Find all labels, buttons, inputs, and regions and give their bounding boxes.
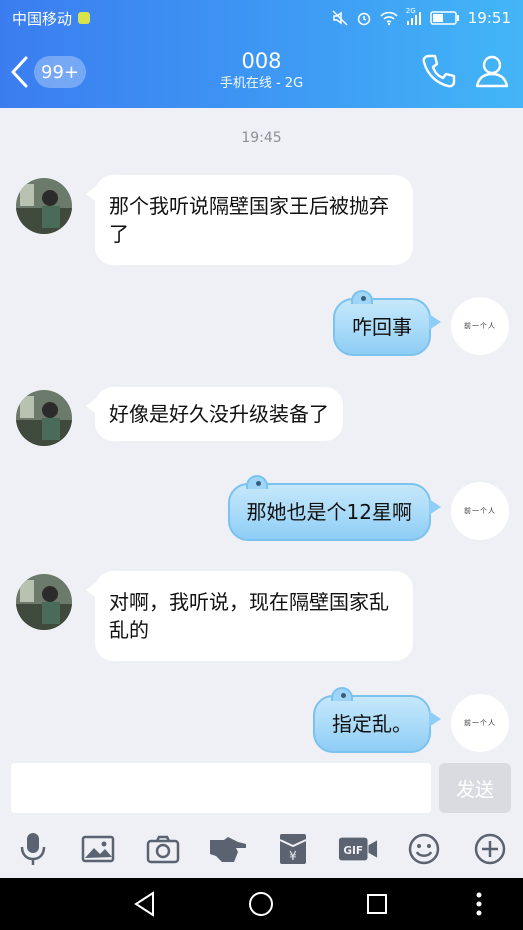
contact-info[interactable]: 008 手机在线 - 2G: [130, 48, 393, 94]
incoming-message[interactable]: 好像是好久没升级装备了: [86, 387, 343, 441]
signal-icon: 2G: [406, 7, 422, 25]
person-icon: [475, 55, 509, 88]
outgoing-message-text: 指定乱。: [332, 712, 412, 736]
carrier-badge-icon: [78, 12, 91, 24]
incoming-message[interactable]: 那个我听说隔壁国家王后被抛弃了: [86, 175, 413, 265]
contact-avatar[interactable]: [16, 390, 72, 446]
contact-name: 008: [241, 49, 282, 73]
voice-button[interactable]: [13, 829, 53, 869]
system-nav-bar: [0, 878, 523, 930]
network-type: 2G: [405, 7, 416, 15]
outgoing-message[interactable]: 那她也是个12星啊: [227, 475, 441, 541]
outgoing-message-wrap: 指定乱。: [313, 687, 441, 753]
incoming-message[interactable]: 对啊，我听说，现在隔壁国家乱乱的: [86, 571, 413, 661]
chevron-left-icon: [11, 56, 28, 88]
microphone-icon: [20, 833, 46, 865]
back-button[interactable]: 99+: [8, 52, 86, 92]
triangle-back-icon: [134, 891, 154, 917]
outgoing-message[interactable]: 咋回事: [333, 290, 441, 356]
nav-home-button[interactable]: [245, 888, 277, 920]
svg-text:¥: ¥: [289, 849, 297, 863]
outgoing-message-wrap: 咋回事: [333, 290, 441, 356]
outgoing-message-text: 咋回事: [352, 315, 412, 339]
my-avatar[interactable]: 前一个人: [451, 694, 509, 752]
vertical-dots-icon: [476, 892, 482, 916]
input-toolbar: ¥ GIF: [0, 820, 523, 878]
gif-icon: GIF: [338, 837, 378, 861]
my-avatar-text: 前一个人: [464, 322, 496, 330]
contact-status: 手机在线 - 2G: [219, 76, 304, 91]
my-avatar[interactable]: 前一个人: [451, 482, 509, 540]
more-button[interactable]: [470, 829, 510, 869]
carrier: 中国移动: [12, 8, 91, 29]
red-packet-button[interactable]: ¥: [273, 829, 313, 869]
camera-icon: [146, 835, 180, 864]
my-avatar-text: 前一个人: [464, 507, 496, 515]
circle-home-icon: [249, 892, 273, 916]
carrier-name: 中国移动: [12, 9, 73, 28]
compose-bar: 发送: [0, 758, 523, 820]
nav-menu-button[interactable]: [463, 888, 495, 920]
unread-count-badge: 99+: [34, 56, 86, 88]
red-packet-icon: ¥: [279, 834, 307, 864]
clock: 19:51: [467, 9, 511, 27]
alarm-icon: [357, 12, 371, 26]
nav-recents-button[interactable]: [361, 888, 393, 920]
emoji-button[interactable]: [404, 829, 444, 869]
wifi-icon: [380, 11, 398, 26]
emoji-icon: [408, 833, 440, 865]
status-icons: 2G 19:51: [332, 7, 511, 27]
send-button[interactable]: 发送: [439, 763, 511, 813]
mute-icon: [332, 10, 348, 26]
message-input[interactable]: [11, 763, 431, 813]
phone-icon: [422, 54, 456, 88]
poke-button[interactable]: [208, 829, 248, 869]
image-button[interactable]: [78, 829, 118, 869]
my-avatar-text: 前一个人: [464, 719, 496, 727]
my-avatar[interactable]: 前一个人: [451, 297, 509, 355]
gif-button[interactable]: GIF: [338, 829, 378, 869]
profile-button[interactable]: [473, 52, 511, 94]
image-icon: [81, 835, 115, 863]
camera-button[interactable]: [143, 829, 183, 869]
svg-text:GIF: GIF: [343, 845, 363, 857]
message-timestamp: 19:45: [241, 130, 282, 146]
square-recents-icon: [367, 894, 387, 914]
contact-avatar[interactable]: [16, 178, 72, 234]
nav-back-button[interactable]: [129, 888, 161, 920]
contact-avatar[interactable]: [16, 574, 72, 630]
message-list[interactable]: 19:45 那个我听说隔壁国家王后被抛弃了 前一个人 咋回事 好像是好久没升级装…: [0, 108, 523, 758]
status-bar: 中国移动 2G 19:51: [0, 0, 523, 36]
battery-icon: [430, 11, 459, 25]
outgoing-message-text: 那她也是个12星啊: [246, 500, 412, 524]
call-button[interactable]: [420, 52, 458, 94]
chat-header: 99+ 008 手机在线 - 2G: [0, 36, 523, 108]
plus-icon: [474, 833, 506, 865]
outgoing-message[interactable]: 指定乱。: [313, 687, 441, 753]
outgoing-message-wrap: 那她也是个12星啊: [227, 475, 441, 541]
poke-icon: [210, 837, 246, 862]
